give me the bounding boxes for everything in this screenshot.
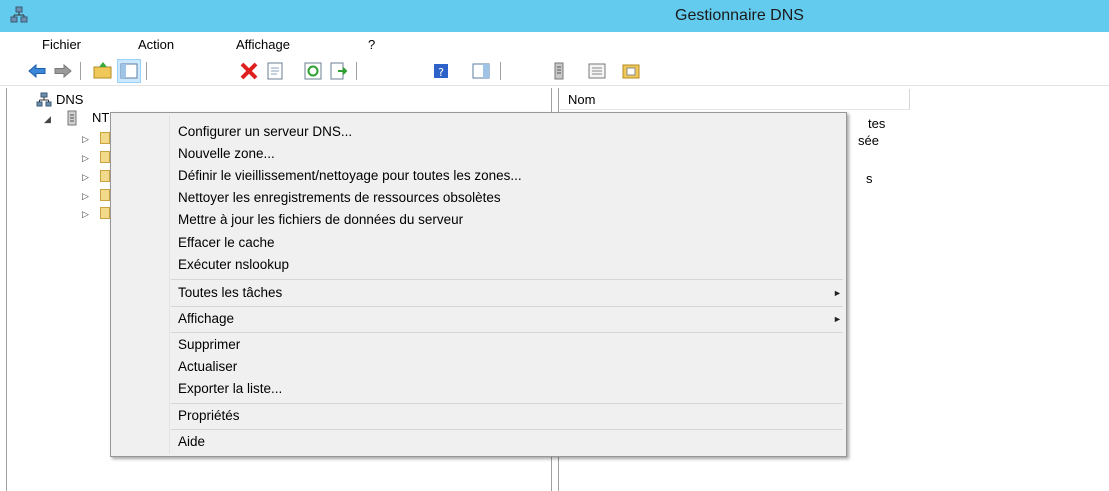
show-hide-tree-icon[interactable]: [117, 59, 141, 83]
toolbar-separator: [146, 62, 147, 80]
delete-icon[interactable]: [238, 60, 260, 82]
menu-item-refresh[interactable]: Actualiser: [178, 356, 237, 378]
menu-affichage[interactable]: Affichage: [236, 37, 290, 52]
expand-icon[interactable]: ▷: [82, 209, 89, 220]
menu-item-nslookup[interactable]: Exécuter nslookup: [178, 254, 289, 276]
help-icon[interactable]: ?: [430, 60, 452, 82]
forward-arrow-icon[interactable]: [52, 60, 74, 82]
menu-separator: [171, 306, 843, 307]
folder-icon: [100, 132, 110, 144]
zone-icon[interactable]: [586, 60, 608, 82]
folder-icon: [100, 207, 110, 219]
menu-item-properties[interactable]: Propriétés: [178, 405, 240, 427]
menu-bar: Fichier Action Affichage ?: [0, 33, 1109, 57]
submenu-arrow-icon: ►: [833, 314, 842, 324]
menu-separator: [171, 279, 843, 280]
show-hide-action-pane-icon[interactable]: [470, 60, 492, 82]
toolbar-separator: [80, 62, 81, 80]
column-header-name[interactable]: Nom: [560, 89, 910, 110]
context-menu: Configurer un serveur DNS... Nouvelle zo…: [110, 112, 847, 457]
menu-help[interactable]: ?: [368, 37, 375, 52]
up-folder-icon[interactable]: [92, 60, 114, 82]
list-item-fragment: tes: [868, 116, 886, 131]
toolbar-separator: [356, 62, 357, 80]
back-arrow-icon[interactable]: [26, 60, 48, 82]
record-icon[interactable]: [620, 60, 642, 82]
toolbar-separator: [500, 62, 501, 80]
menu-separator: [171, 332, 843, 333]
menu-item-all-tasks[interactable]: Toutes les tâches: [178, 282, 282, 304]
menu-item-update-data-files[interactable]: Mettre à jour les fichiers de données du…: [178, 209, 463, 231]
list-item-fragment: sée: [858, 133, 879, 148]
tree-item-dns[interactable]: DNS: [56, 92, 83, 107]
menu-item-export-list[interactable]: Exporter la liste...: [178, 378, 282, 400]
window-title: Gestionnaire DNS: [675, 7, 804, 24]
folder-icon: [100, 151, 110, 163]
menu-icon-gutter: [169, 115, 170, 454]
menu-item-delete[interactable]: Supprimer: [178, 334, 240, 356]
menu-separator: [171, 403, 843, 404]
expand-icon[interactable]: ▷: [82, 172, 89, 183]
dns-root-icon: [36, 92, 52, 107]
properties-icon[interactable]: [264, 60, 286, 82]
expand-icon[interactable]: ▷: [82, 191, 89, 202]
menu-fichier[interactable]: Fichier: [42, 37, 81, 52]
list-item-fragment: s: [866, 171, 873, 186]
column-header-label: Nom: [568, 92, 596, 107]
server-icon: [67, 110, 77, 126]
export-list-icon[interactable]: [328, 60, 350, 82]
folder-icon: [100, 170, 110, 182]
svg-text:?: ?: [438, 66, 444, 79]
menu-item-new-zone[interactable]: Nouvelle zone...: [178, 143, 275, 165]
menu-item-scavenge[interactable]: Nettoyer les enregistrements de ressourc…: [178, 187, 501, 209]
server-icon[interactable]: [548, 60, 570, 82]
refresh-icon[interactable]: [302, 60, 324, 82]
tree-pane-border: [6, 88, 7, 491]
menu-separator: [171, 429, 843, 430]
menu-action[interactable]: Action: [138, 37, 174, 52]
menu-item-set-aging[interactable]: Définir le vieillissement/nettoyage pour…: [178, 165, 522, 187]
menu-item-view[interactable]: Affichage: [178, 308, 234, 330]
menu-item-clear-cache[interactable]: Effacer le cache: [178, 232, 275, 254]
collapse-icon[interactable]: ◢: [44, 114, 51, 125]
title-bar: Gestionnaire DNS: [0, 0, 1109, 32]
expand-icon[interactable]: ▷: [82, 134, 89, 145]
folder-icon: [100, 189, 110, 201]
toolbar: ?: [0, 57, 1109, 86]
submenu-arrow-icon: ►: [833, 288, 842, 298]
menu-item-configure-dns[interactable]: Configurer un serveur DNS...: [178, 121, 352, 143]
expand-icon[interactable]: ▷: [82, 153, 89, 164]
menu-item-help[interactable]: Aide: [178, 431, 205, 453]
